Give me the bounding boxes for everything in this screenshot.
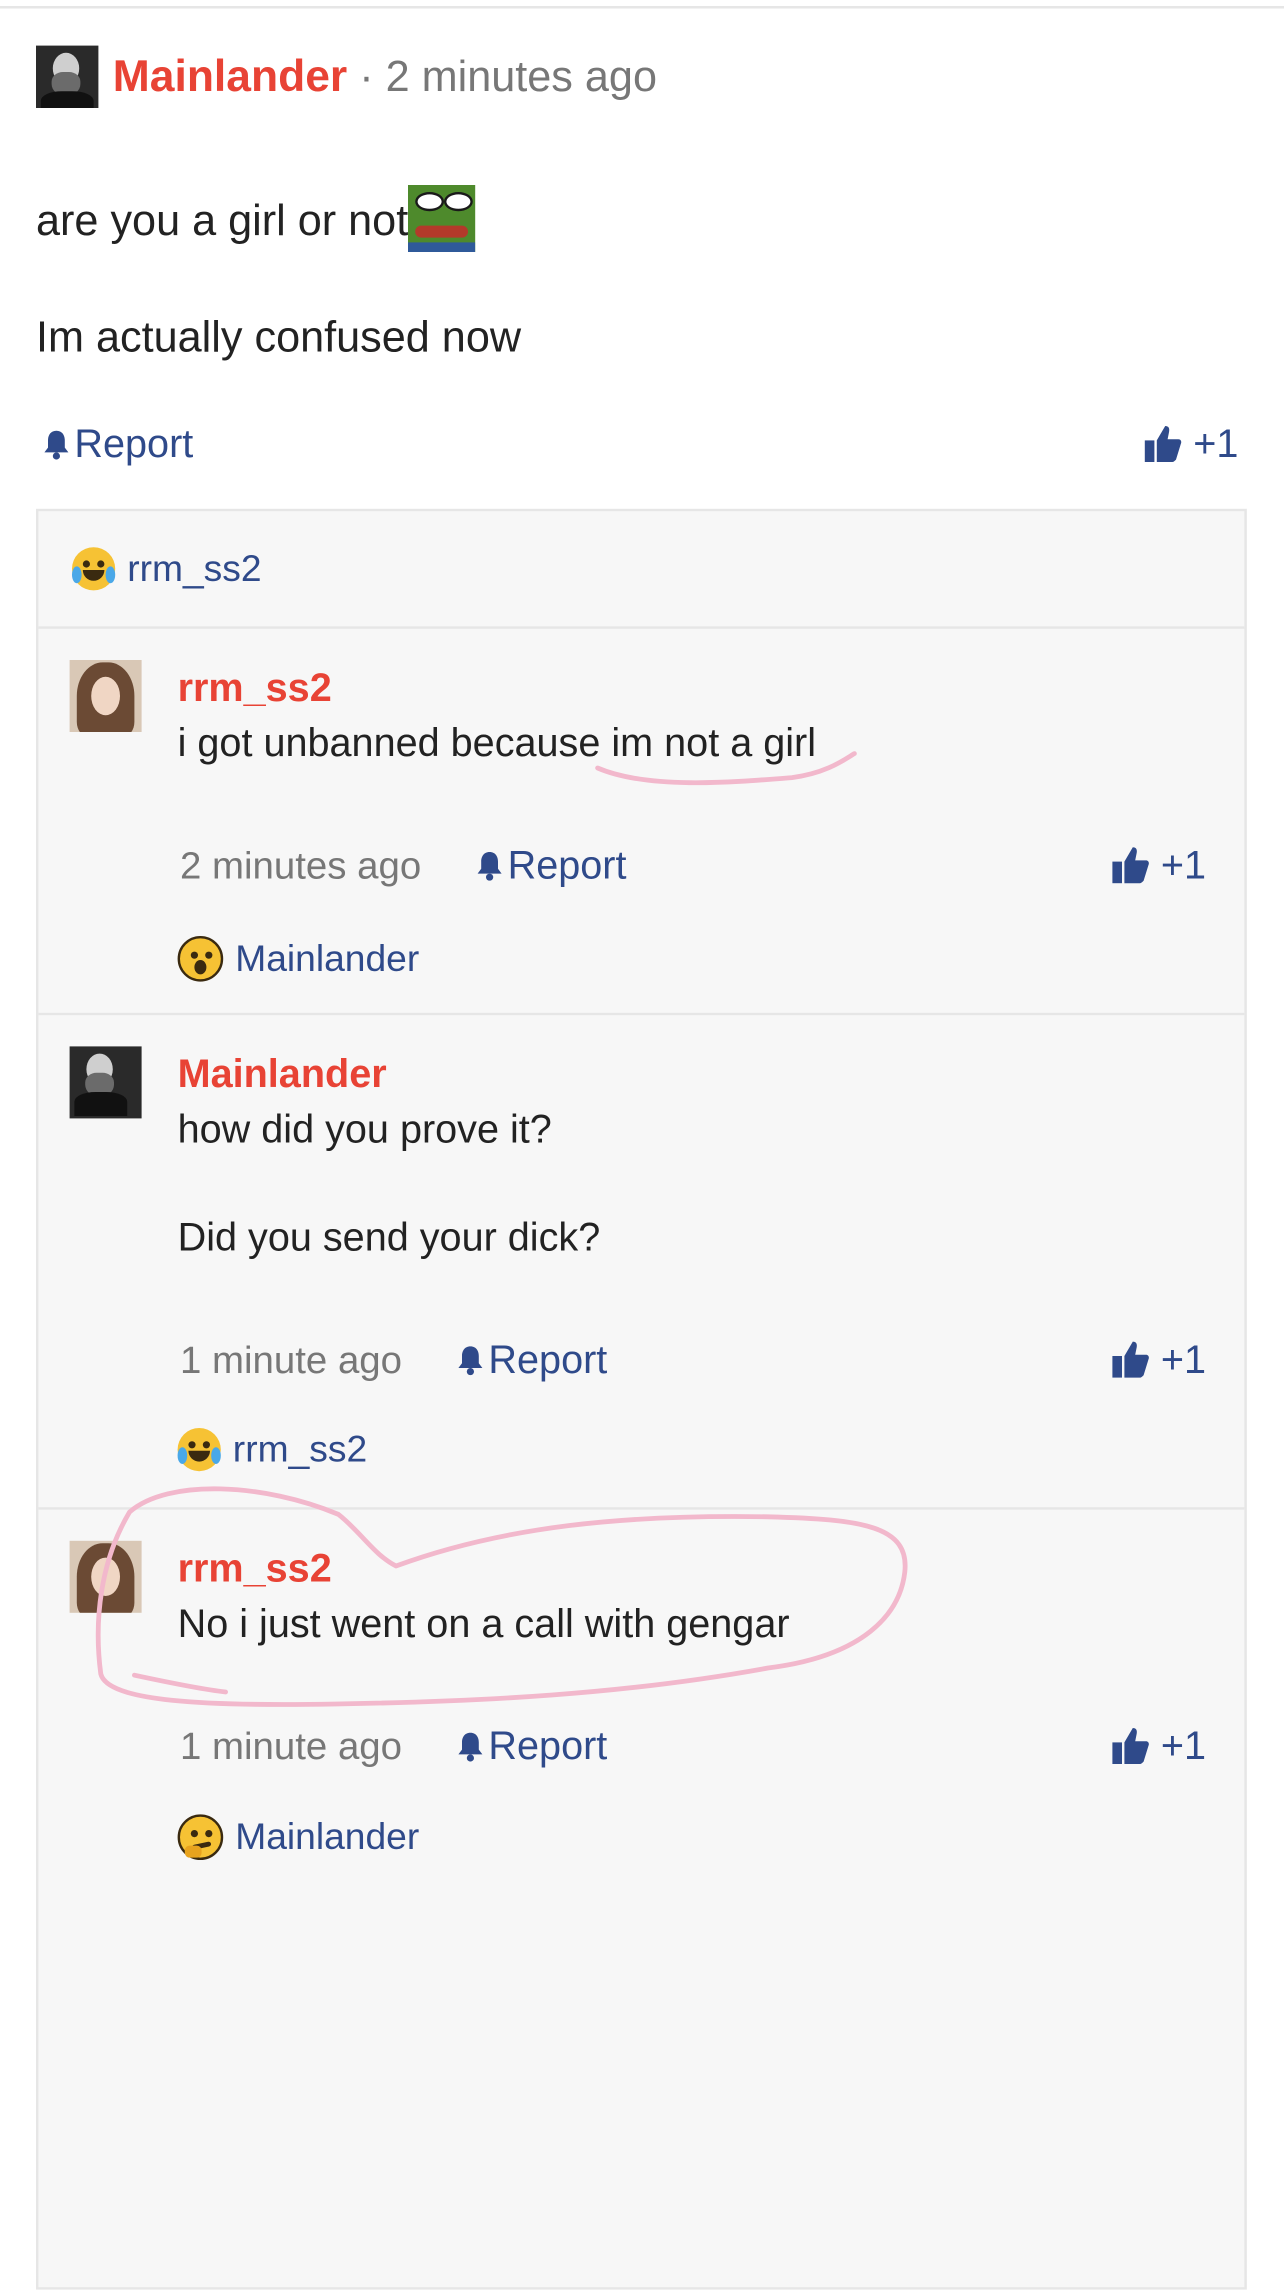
reply-author[interactable]: rrm_ss2 [178, 665, 332, 711]
report-button[interactable]: Report [457, 1337, 607, 1383]
thumbs-up-icon [1112, 847, 1150, 884]
upvote-button[interactable]: +1 [1110, 1723, 1206, 1769]
reply-reaction: Mainlander [177, 1814, 419, 1861]
avatar[interactable] [69, 1540, 142, 1613]
like-count: +1 [1193, 421, 1239, 466]
crying-laughing-emoji-icon [72, 547, 116, 591]
pepe-emoji-icon [408, 184, 476, 253]
bell-icon [458, 1346, 483, 1376]
reply-item: Mainlander how did you prove it? Did you… [38, 1015, 1245, 1510]
reply-reaction: Mainlander [177, 936, 419, 982]
thumbs-up-icon [1145, 426, 1182, 463]
bell-icon [477, 852, 502, 881]
post-timestamp: · 2 minutes ago [359, 51, 657, 101]
thread-reaction-header: rrm_ss2 [38, 511, 1245, 629]
reply-text: how did you prove it? [177, 1106, 552, 1151]
bell-icon [44, 430, 69, 460]
avatar[interactable] [69, 660, 142, 732]
reply-author[interactable]: rrm_ss2 [178, 1546, 332, 1592]
upvote-button[interactable]: +1 [1110, 842, 1206, 888]
like-count: +1 [1160, 842, 1206, 887]
reply-item: rrm_ss2 i got unbanned because im not a … [38, 629, 1245, 1016]
reply-text: i got unbanned because im not a girl [177, 720, 817, 765]
reaction-user-link[interactable]: rrm_ss2 [127, 547, 261, 590]
reply-meta: 1 minute ago Report [180, 1337, 607, 1383]
thumbs-up-icon [1112, 1728, 1150, 1765]
reply-meta: 1 minute ago Report [180, 1723, 607, 1769]
reply-item: rrm_ss2 No i just went on a call with ge… [38, 1510, 1244, 1906]
upvote-button[interactable]: +1 [1110, 1337, 1206, 1383]
reply-reaction: rrm_ss2 [177, 1428, 367, 1472]
avatar[interactable] [36, 45, 99, 109]
reaction-user-link[interactable]: rrm_ss2 [233, 1428, 367, 1471]
reply-thread: rrm_ss2 rrm_ss2 i got unbanned because i… [36, 508, 1247, 2290]
reply-text: No i just went on a call with gengar [177, 1600, 790, 1646]
report-button[interactable]: Report [43, 421, 193, 467]
post-header: Mainlander · 2 minutes ago [36, 45, 657, 109]
upvote-button[interactable]: +1 [1143, 421, 1239, 467]
post-body-line: are you a girl or not [36, 184, 476, 253]
thinking-emoji-icon [177, 1814, 224, 1861]
top-divider [0, 6, 1284, 9]
reaction-user-link[interactable]: Mainlander [235, 1816, 419, 1859]
like-count: +1 [1160, 1723, 1206, 1768]
post-body-line: Im actually confused now [36, 312, 522, 362]
reaction-user-link[interactable]: Mainlander [235, 937, 419, 980]
astonished-emoji-icon [177, 936, 224, 982]
reply-timestamp: 1 minute ago [180, 1723, 403, 1768]
report-button[interactable]: Report [457, 1723, 607, 1769]
reply-timestamp: 1 minute ago [180, 1337, 403, 1381]
report-button[interactable]: Report [476, 842, 626, 888]
crying-laughing-emoji-icon [177, 1428, 221, 1472]
reply-text: Did you send your dick? [177, 1214, 601, 1259]
like-count: +1 [1160, 1336, 1206, 1382]
bell-icon [458, 1732, 483, 1762]
reply-timestamp: 2 minutes ago [180, 843, 422, 887]
report-label: Report [74, 421, 194, 466]
thumbs-up-icon [1112, 1341, 1150, 1378]
reply-author[interactable]: Mainlander [178, 1051, 387, 1097]
reply-meta: 2 minutes ago Report [180, 842, 626, 888]
avatar[interactable] [69, 1046, 142, 1119]
post-author[interactable]: Mainlander [113, 52, 347, 102]
